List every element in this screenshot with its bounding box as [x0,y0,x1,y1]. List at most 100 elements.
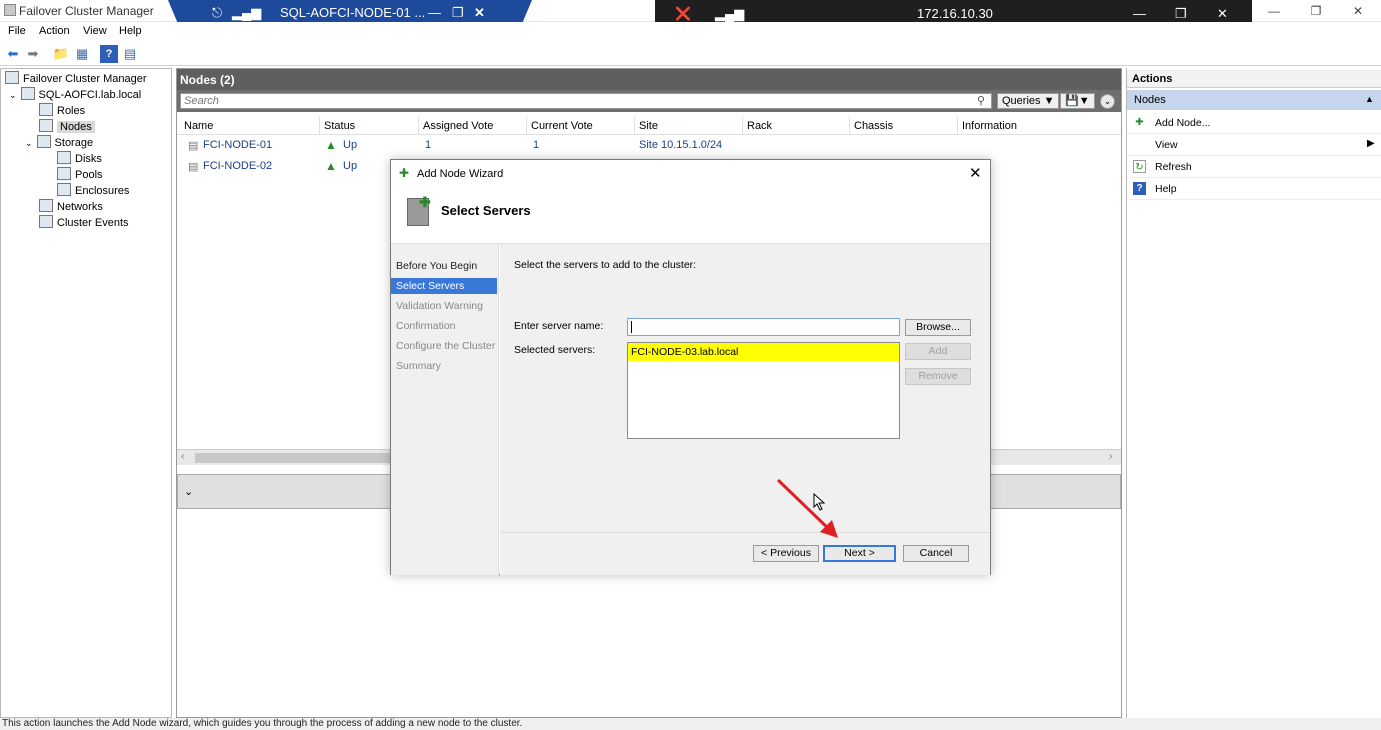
rdp-close-icon[interactable]: ✕ [474,5,485,21]
collapse-section-icon[interactable]: ▲ [1365,94,1374,104]
step-summary: Summary [396,360,441,372]
menu-view[interactable]: View [83,25,107,37]
unpin-icon[interactable]: ❌ [675,6,691,22]
status-bar: This action launches the Add Node wizard… [0,718,1381,730]
menu-help[interactable]: Help [119,25,142,37]
pane-title: Nodes (2) [177,69,1121,90]
node-name: FCI-NODE-01 [203,139,273,151]
list-item[interactable]: FCI-NODE-03.lab.local [628,343,899,361]
col-name[interactable]: Name [184,120,213,132]
selected-servers-label: Selected servers: [514,344,596,356]
help-icon[interactable]: ? [100,45,118,63]
remote-minimize-icon[interactable]: — [1133,6,1146,21]
node-site: Site 10.15.1.0/24 [639,139,723,151]
menu-file[interactable]: File [8,25,26,37]
assigned-vote: 1 [425,139,432,151]
col-rack[interactable]: Rack [747,120,772,132]
app-icon [4,4,16,16]
storage-collapse-icon[interactable]: ⌄ [25,138,33,148]
scroll-right-icon[interactable]: › [1109,451,1112,462]
signal-strength-icon: ▂▄▆ [715,6,745,21]
forward-icon[interactable]: ➡ [24,45,42,63]
column-header: Name Status Assigned Vote Current Vote S… [177,117,1121,135]
rdp-session-title: SQL-AOFCI-NODE-01 ... [280,5,426,20]
app-title: Failover Cluster Manager [19,4,154,18]
col-information[interactable]: Information [962,120,1017,132]
tree-enclosures[interactable]: Enclosures [57,183,129,199]
queries-button[interactable]: Queries ▼ [997,93,1060,109]
up-folder-icon[interactable]: 📁 [52,45,70,63]
dialog-title: Add Node Wizard [417,168,504,180]
tree-cluster-events[interactable]: Cluster Events [39,215,129,231]
node-name: FCI-NODE-02 [203,160,273,172]
remove-button[interactable]: Remove [905,368,971,385]
navigation-tree: Failover Cluster Manager ⌄ SQL-AOFCI.lab.… [0,68,172,718]
actions-pane: Actions Nodes ▲ ✚ Add Node... View ▶ ↻ R… [1126,68,1381,718]
tree-disks[interactable]: Disks [57,151,102,167]
scrollbar-thumb[interactable] [195,453,395,463]
col-chassis[interactable]: Chassis [854,120,893,132]
tree-networks[interactable]: Networks [39,199,103,215]
step-before-you-begin[interactable]: Before You Begin [391,258,497,274]
networks-icon [39,199,53,212]
close-icon[interactable]: ✕ [1338,2,1378,20]
step-configure-cluster: Configure the Cluster [396,340,496,352]
refresh-icon: ↻ [1133,160,1146,173]
action-refresh[interactable]: ↻ Refresh [1127,156,1381,178]
search-icon[interactable]: ⚲ [977,94,985,107]
remote-close-icon[interactable]: ✕ [1217,6,1228,22]
plus-icon: ✚ [419,194,431,210]
tree-root[interactable]: Failover Cluster Manager [5,71,147,87]
back-icon[interactable]: ⬅ [4,45,22,63]
actions-section-nodes[interactable]: Nodes ▲ [1127,90,1381,110]
table-row[interactable]: ▤ FCI-NODE-01 ▲ Up 1 1 Site 10.15.1.0/24 [177,137,1121,157]
cancel-button[interactable]: Cancel [903,545,969,562]
tree-cluster[interactable]: ⌄ SQL-AOFCI.lab.local [9,87,141,103]
step-select-servers[interactable]: Select Servers [391,278,497,294]
action-help[interactable]: ? Help [1127,178,1381,200]
details-expand-icon[interactable]: ⌄ [184,485,193,498]
mouse-cursor-icon [813,493,826,511]
show-action-pane-icon[interactable]: ▤ [121,45,139,63]
rdp-minimize-icon[interactable]: — [428,5,441,20]
storage-icon [36,135,51,148]
current-vote: 1 [533,139,540,151]
add-node-icon: ✚ [1135,117,1144,128]
tree-pools[interactable]: Pools [57,167,103,183]
status-up-icon: ▲ [325,138,337,152]
collapse-icon[interactable]: ⌄ [9,90,17,100]
server-name-input[interactable] [627,318,900,336]
tree-storage[interactable]: ⌄ Storage [25,135,93,151]
col-site[interactable]: Site [639,120,658,132]
action-view[interactable]: View ▶ [1127,134,1381,156]
selected-servers-list[interactable]: FCI-NODE-03.lab.local [627,342,900,439]
col-status[interactable]: Status [324,120,355,132]
action-add-node[interactable]: ✚ Add Node... [1127,112,1381,134]
pin-icon[interactable]: ⎋ [212,5,222,21]
save-query-button[interactable]: 💾▼ [1060,93,1095,109]
search-input[interactable]: Search [180,93,992,109]
browse-button[interactable]: Browse... [905,319,971,336]
maximize-icon[interactable]: ❐ [1296,2,1336,20]
server-name-label: Enter server name: [514,320,604,332]
tree-nodes[interactable]: Nodes [39,119,95,135]
dialog-close-icon[interactable]: ✕ [969,164,982,182]
cluster-manager-icon [5,71,19,84]
col-current-vote[interactable]: Current Vote [531,120,593,132]
instruction-text: Select the servers to add to the cluster… [514,259,697,271]
server-icon: ▤ [188,140,199,152]
minimize-icon[interactable]: — [1254,2,1294,20]
menu-action[interactable]: Action [39,25,70,37]
roles-icon [39,103,53,116]
tree-roles[interactable]: Roles [39,103,85,119]
expand-icon[interactable]: ⌄ [1100,94,1115,109]
node-status: Up [343,139,358,151]
scroll-left-icon[interactable]: ‹ [181,451,184,462]
remote-restore-icon[interactable]: ❐ [1175,6,1187,22]
show-hide-tree-icon[interactable]: ▦ [73,45,91,63]
rdp-restore-icon[interactable]: ❐ [452,5,464,21]
connection-ip: 172.16.10.30 [917,6,993,21]
add-button[interactable]: Add [905,343,971,360]
cluster-events-icon [39,215,53,228]
col-assigned-vote[interactable]: Assigned Vote [423,120,493,132]
